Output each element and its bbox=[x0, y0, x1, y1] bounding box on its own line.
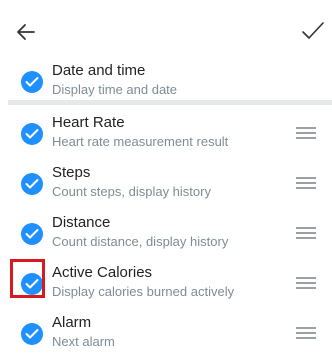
item-subtitle: Next alarm bbox=[52, 334, 115, 349]
section-divider bbox=[8, 100, 332, 105]
list-item-heart-rate[interactable]: Heart Rate Heart rate measurement result bbox=[0, 110, 332, 160]
item-subtitle: Count steps, display history bbox=[52, 184, 211, 199]
drag-handle-icon[interactable] bbox=[296, 277, 316, 289]
check-icon bbox=[25, 179, 39, 189]
top-bar bbox=[0, 0, 332, 56]
done-button[interactable] bbox=[300, 18, 326, 44]
checkmark-icon bbox=[302, 22, 324, 39]
item-subtitle: Display calories burned actively bbox=[52, 284, 235, 299]
check-icon bbox=[25, 229, 39, 239]
check-icon bbox=[25, 77, 39, 87]
drag-handle-icon[interactable] bbox=[296, 177, 316, 189]
list-item-steps[interactable]: Steps Count steps, display history bbox=[0, 160, 332, 210]
item-title: Date and time bbox=[52, 62, 146, 79]
item-title: Alarm bbox=[52, 314, 92, 331]
item-title: Steps bbox=[52, 164, 91, 181]
check-icon bbox=[25, 329, 39, 339]
check-icon bbox=[25, 129, 39, 139]
drag-handle-icon[interactable] bbox=[296, 227, 316, 239]
checkbox-checked[interactable] bbox=[21, 223, 43, 245]
drag-handle-icon[interactable] bbox=[296, 327, 316, 339]
list-item-alarm[interactable]: Alarm Next alarm bbox=[0, 310, 332, 353]
item-title: Active Calories bbox=[52, 264, 153, 281]
list-item-distance[interactable]: Distance Count distance, display history bbox=[0, 210, 332, 260]
item-subtitle: Display time and date bbox=[52, 82, 178, 97]
item-title: Distance bbox=[52, 214, 111, 231]
checkbox-checked[interactable] bbox=[21, 71, 43, 93]
item-subtitle: Heart rate measurement result bbox=[52, 134, 229, 149]
highlight-box bbox=[10, 259, 45, 298]
list-item-active-calories[interactable]: Active Calories Display calories burned … bbox=[0, 260, 332, 310]
item-title: Heart Rate bbox=[52, 114, 125, 131]
item-subtitle: Count distance, display history bbox=[52, 234, 229, 249]
drag-handle-icon[interactable] bbox=[296, 127, 316, 139]
arrow-left-icon bbox=[17, 24, 35, 40]
checkbox-checked[interactable] bbox=[21, 323, 43, 345]
back-button[interactable] bbox=[14, 20, 38, 44]
checkbox-checked[interactable] bbox=[21, 123, 43, 145]
checkbox-checked[interactable] bbox=[21, 173, 43, 195]
